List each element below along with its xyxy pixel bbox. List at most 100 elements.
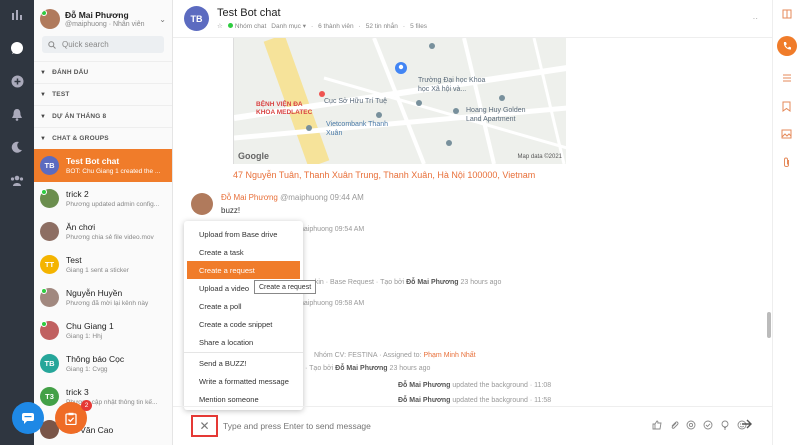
paperclip-icon[interactable] [668,419,679,430]
bookmark-icon[interactable] [781,100,793,112]
menu-item-upload-drive[interactable]: Upload from Base drive [187,225,300,243]
task-meta: · Tạo bởi Đỗ Mai Phương 23 hours ago [305,365,431,372]
attachment-icon[interactable] [781,156,793,168]
conversation-item[interactable]: T3 trick 3 Phương cập nhật thông tin kế..… [34,380,172,413]
thumbs-up-icon[interactable] [651,419,662,430]
menu-item-send-buzz[interactable]: Send a BUZZ! [187,354,300,372]
collapse-icon: ▼ [40,69,47,76]
chat-title: Test Bot chat [217,7,281,19]
task-meta: Nhóm CV: FESTINA · Assigned to: Phạm Min… [314,352,476,359]
avatar [191,193,213,215]
close-menu-button[interactable]: ✕ [191,415,218,437]
notification-badge: 2 [81,400,92,411]
online-dot [41,321,47,327]
lightbulb-icon[interactable] [719,419,730,430]
avatar: TB [40,156,59,175]
send-icon[interactable] [741,418,753,432]
message-author[interactable]: Đỗ Mai Phương [221,193,278,202]
member-count[interactable]: 6 thành viên [318,23,353,30]
group-icon[interactable] [10,173,24,187]
chat-meta: ☆ Nhóm chat Danh mục ▾ · 6 thành viên · … [217,22,428,30]
tooltip: Create a request [254,280,317,294]
chat-header: TB Test Bot chat ☆ Nhóm chat Danh mục ▾ … [173,0,772,38]
conversation-item[interactable]: Nguyễn Huyền Phương đã mời lại kênh này [34,281,172,314]
menu-item-formatted-message[interactable]: Write a formatted message [187,372,300,390]
location-address-link[interactable]: 47 Nguyễn Tuân, Thanh Xuân Trung, Thanh … [233,170,535,180]
menu-item-share-location[interactable]: Share a location [187,333,300,351]
avatar [40,222,59,241]
conversation-item[interactable]: TT Test Giang 1 sent a sticker [34,248,172,281]
bell-icon[interactable] [10,107,24,121]
at-icon[interactable] [685,419,696,430]
conversation-item[interactable]: Ăn chơi Phương chia sẻ file video.mov [34,215,172,248]
section-project-aug[interactable]: ▼ DỰ ÁN THÁNG 8 [34,105,172,127]
collapse-icon: ▼ [40,91,47,98]
google-logo: Google [238,151,269,161]
search-icon [48,40,56,49]
avatar: TT [40,255,59,274]
map-attribution: Map data ©2021 [517,154,562,160]
map-label: Vietcombank Thanh Xuân [326,121,389,137]
system-event: Đỗ Mai Phương updated the background · 1… [398,382,552,389]
location-map[interactable]: Trường Đại học Khoa học Xã hội và... Cục… [233,38,566,164]
category-dropdown[interactable]: Danh mục ▾ [271,22,306,30]
section-chat-groups[interactable]: ▼ CHAT & GROUPS [34,127,172,149]
star-icon[interactable]: ☆ [217,22,223,30]
conversation-item[interactable]: Chu Giang 1 Giang 1: Hhj [34,314,172,347]
quick-search[interactable]: Quick search [42,36,164,53]
right-toolbar [772,0,800,445]
online-dot [41,288,47,294]
collapse-icon: ▼ [40,135,47,142]
map-label: BỆNH VIỆN ĐA KHOA MEDLATEC [256,101,313,116]
online-dot [227,22,233,28]
message-count: 52 tin nhắn [365,22,398,30]
call-button[interactable] [776,36,797,56]
message-body: buzz! [221,206,241,215]
avatar: TB [184,6,209,31]
app-rail [0,0,34,445]
chat-message: Đỗ Mai Phương @maiphuong 09:44 AM buzz! [191,193,364,215]
chevron-down-icon[interactable]: ⌄ [159,15,166,24]
conversation-item[interactable]: TB Test Bot chat BOT: Chu Giang 1 created… [34,149,172,182]
avatar: T3 [40,387,59,406]
expand-icon[interactable] [781,8,793,20]
check-circle-icon[interactable] [702,419,713,430]
online-dot [41,189,47,195]
more-icon[interactable]: ·· [753,14,758,23]
phone-icon [783,42,791,50]
section-test[interactable]: ▼ TEST [34,83,172,105]
avatar [40,9,60,29]
menu-divider [184,352,303,353]
list-icon[interactable] [781,72,793,84]
current-user[interactable]: Đỗ Mai Phương @maiphuong · Nhân viên ⌄ [34,0,172,34]
add-icon[interactable] [10,74,24,88]
chat-bubble-icon [22,413,34,424]
conversation-item[interactable]: TB Thông báo Cọc Giang 1: Cvgg [34,347,172,380]
map-label: Cục Sở Hữu Trí Tuệ [324,98,387,105]
user-handle: @maiphuong · Nhân viên [65,21,145,28]
map-label: Trường Đại học Khoa học Xã hội và... [418,77,486,93]
bar-chart-icon[interactable] [10,8,24,22]
message-input[interactable] [223,418,603,434]
message-composer: ✕ [173,406,772,445]
image-icon[interactable] [781,128,793,140]
menu-item-create-poll[interactable]: Create a poll [187,297,300,315]
collapse-icon: ▼ [40,113,47,120]
conversation-item[interactable]: trick 2 Phương updated admin config... [34,182,172,215]
section-bookmarks[interactable]: ▼ ĐÁNH DẤU [34,61,172,83]
conversation-sidebar: Đỗ Mai Phương @maiphuong · Nhân viên ⌄ Q… [34,0,173,445]
chat-fab-button[interactable] [12,402,44,434]
file-count[interactable]: 5 files [410,23,427,30]
system-event: Đỗ Mai Phương updated the background · 1… [398,397,552,404]
moon-icon[interactable] [10,140,24,154]
scrollbar[interactable] [767,312,771,338]
composer-tools [651,419,747,430]
request-meta: ...kin · Base Request · Tạo bởi Đỗ Mai P… [309,279,502,286]
menu-item-create-task[interactable]: Create a task [187,243,300,261]
clipboard-icon [65,412,77,425]
search-placeholder: Quick search [62,40,109,49]
chat-icon[interactable] [10,41,24,55]
menu-item-create-request[interactable]: Create a request [187,261,300,279]
avatar: TB [40,354,59,373]
menu-item-code-snippet[interactable]: Create a code snippet [187,315,300,333]
